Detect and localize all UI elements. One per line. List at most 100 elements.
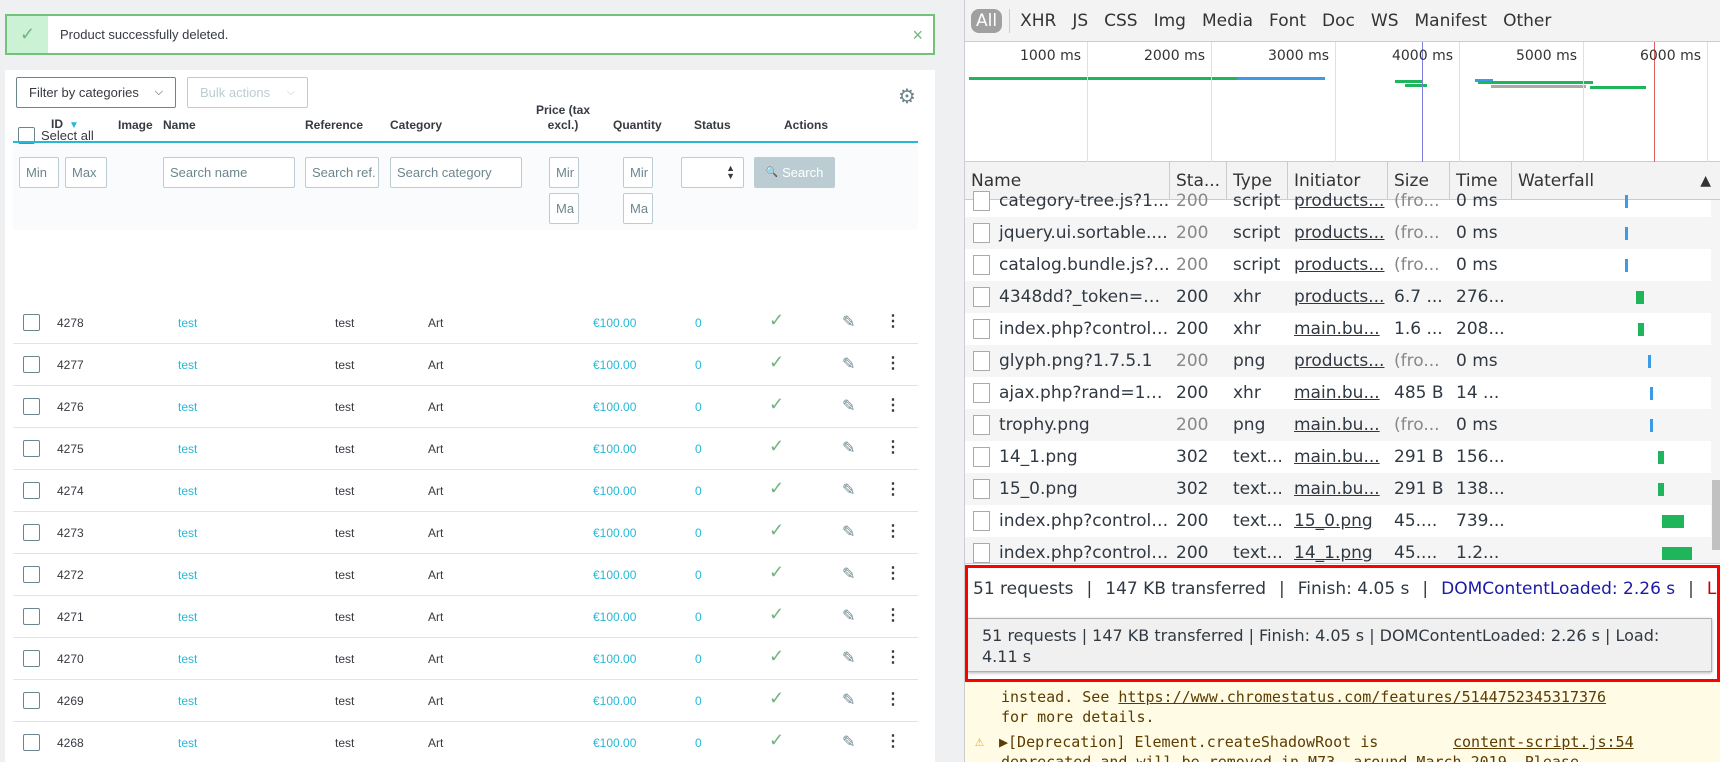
product-price[interactable]: €100.00 — [593, 484, 636, 498]
product-price[interactable]: €100.00 — [593, 442, 636, 456]
product-quantity[interactable]: 0 — [695, 484, 702, 498]
edit-icon[interactable]: ✎ — [842, 396, 855, 416]
request-initiator[interactable]: products... — [1288, 185, 1388, 217]
filter-tab-xhr[interactable]: XHR — [1020, 9, 1056, 33]
column-header-reference[interactable]: Reference — [305, 118, 363, 133]
product-name-link[interactable]: test — [178, 610, 197, 624]
request-row[interactable]: index.php?controll... 200 text... 15_0.png 4… — [965, 505, 1711, 537]
request-initiator[interactable]: main.bu... — [1288, 409, 1388, 441]
product-name-link[interactable]: test — [178, 652, 197, 666]
request-row[interactable]: 15_0.png 302 text... main.bu... 291 B 138... — [965, 473, 1711, 505]
status-enabled-icon[interactable]: ✓ — [769, 730, 784, 751]
column-header-category[interactable]: Category — [390, 118, 442, 133]
request-initiator[interactable]: 15_0.png — [1288, 505, 1388, 537]
column-header-quantity[interactable]: Quantity — [613, 118, 662, 133]
edit-icon[interactable]: ✎ — [842, 606, 855, 626]
request-initiator[interactable]: products... — [1288, 345, 1388, 377]
product-price[interactable]: €100.00 — [593, 568, 636, 582]
row-checkbox[interactable] — [23, 482, 40, 499]
product-quantity[interactable]: 0 — [695, 400, 702, 414]
request-initiator[interactable]: products... — [1288, 249, 1388, 281]
more-actions-icon[interactable]: ⋮ — [885, 647, 901, 667]
filter-tab-ws[interactable]: WS — [1371, 9, 1399, 33]
request-row[interactable]: index.php?controll... 200 xhr main.bu... 1.6… — [965, 313, 1711, 345]
product-price[interactable]: €100.00 — [593, 358, 636, 372]
edit-icon[interactable]: ✎ — [842, 354, 855, 374]
request-initiator[interactable]: main.bu... — [1288, 441, 1388, 473]
chromestatus-link[interactable]: https://www.chromestatus.com/features/51… — [1118, 688, 1606, 706]
filter-tab-all[interactable]: All — [971, 8, 1003, 33]
edit-icon[interactable]: ✎ — [842, 312, 855, 332]
edit-icon[interactable]: ✎ — [842, 690, 855, 710]
row-checkbox[interactable] — [23, 314, 40, 331]
product-quantity[interactable]: 0 — [695, 694, 702, 708]
id-max-input[interactable]: Max — [65, 157, 107, 188]
status-enabled-icon[interactable]: ✓ — [769, 646, 784, 667]
product-price[interactable]: €100.00 — [593, 610, 636, 624]
product-price[interactable]: €100.00 — [593, 526, 636, 540]
request-row[interactable]: trophy.png 200 png main.bu... (fro... 0 ms — [965, 409, 1711, 441]
column-header-name[interactable]: Name — [163, 118, 196, 133]
row-checkbox[interactable] — [23, 398, 40, 415]
column-header-price[interactable]: Price (tax excl.) — [531, 103, 595, 133]
filter-tab-other[interactable]: Other — [1503, 9, 1551, 33]
status-enabled-icon[interactable]: ✓ — [769, 562, 784, 583]
request-initiator[interactable]: main.bu... — [1288, 377, 1388, 409]
row-checkbox[interactable] — [23, 524, 40, 541]
filter-tab-font[interactable]: Font — [1269, 9, 1306, 33]
request-initiator[interactable]: products... — [1288, 217, 1388, 249]
request-initiator[interactable]: products... — [1288, 281, 1388, 313]
product-price[interactable]: €100.00 — [593, 652, 636, 666]
status-select[interactable]: ▲ ▼ — [681, 157, 744, 188]
product-quantity[interactable]: 0 — [695, 526, 702, 540]
column-header-status[interactable]: Status — [694, 118, 731, 133]
sort-down-icon[interactable]: ▼ — [69, 120, 79, 131]
more-actions-icon[interactable]: ⋮ — [885, 353, 901, 373]
product-quantity[interactable]: 0 — [695, 442, 702, 456]
status-enabled-icon[interactable]: ✓ — [769, 394, 784, 415]
row-checkbox[interactable] — [23, 650, 40, 667]
request-row[interactable]: ajax.php?rand=15... 200 xhr main.bu... 485 B… — [965, 377, 1711, 409]
more-actions-icon[interactable]: ⋮ — [885, 311, 901, 331]
edit-icon[interactable]: ✎ — [842, 480, 855, 500]
product-quantity[interactable]: 0 — [695, 610, 702, 624]
row-checkbox[interactable] — [23, 566, 40, 583]
filter-tab-manifest[interactable]: Manifest — [1415, 9, 1488, 33]
request-row[interactable]: 4348dd?_token=4... 200 xhr products... 6.7 .… — [965, 281, 1711, 313]
product-quantity[interactable]: 0 — [695, 568, 702, 582]
status-enabled-icon[interactable]: ✓ — [769, 520, 784, 541]
status-enabled-icon[interactable]: ✓ — [769, 310, 784, 331]
status-enabled-icon[interactable]: ✓ — [769, 478, 784, 499]
product-quantity[interactable]: 0 — [695, 652, 702, 666]
edit-icon[interactable]: ✎ — [842, 732, 855, 752]
filter-tab-doc[interactable]: Doc — [1322, 9, 1355, 33]
request-row[interactable]: 14_1.png 302 text... main.bu... 291 B 156... — [965, 441, 1711, 473]
status-enabled-icon[interactable]: ✓ — [769, 688, 784, 709]
edit-icon[interactable]: ✎ — [842, 438, 855, 458]
filter-tab-img[interactable]: Img — [1154, 9, 1186, 33]
product-name-link[interactable]: test — [178, 316, 197, 330]
edit-icon[interactable]: ✎ — [842, 648, 855, 668]
id-min-input[interactable]: Min — [19, 157, 59, 188]
row-checkbox[interactable] — [23, 734, 40, 751]
status-enabled-icon[interactable]: ✓ — [769, 436, 784, 457]
product-price[interactable]: €100.00 — [593, 736, 636, 750]
filter-tab-media[interactable]: Media — [1202, 9, 1253, 33]
quantity-max-input[interactable]: Ma — [623, 193, 653, 224]
product-name-link[interactable]: test — [178, 358, 197, 372]
product-price[interactable]: €100.00 — [593, 694, 636, 708]
row-checkbox[interactable] — [23, 692, 40, 709]
search-category-input[interactable]: Search category — [390, 157, 522, 188]
content-script-link[interactable]: content-script.js:54 — [1453, 733, 1634, 751]
more-actions-icon[interactable]: ⋮ — [885, 521, 901, 541]
product-name-link[interactable]: test — [178, 400, 197, 414]
row-checkbox[interactable] — [23, 440, 40, 457]
search-button[interactable]: 🔍 Search — [754, 157, 835, 188]
product-price[interactable]: €100.00 — [593, 400, 636, 414]
request-initiator[interactable]: main.bu... — [1288, 473, 1388, 505]
more-actions-icon[interactable]: ⋮ — [885, 437, 901, 457]
product-quantity[interactable]: 0 — [695, 358, 702, 372]
search-reference-input[interactable]: Search ref. — [305, 157, 379, 188]
product-name-link[interactable]: test — [178, 442, 197, 456]
more-actions-icon[interactable]: ⋮ — [885, 605, 901, 625]
